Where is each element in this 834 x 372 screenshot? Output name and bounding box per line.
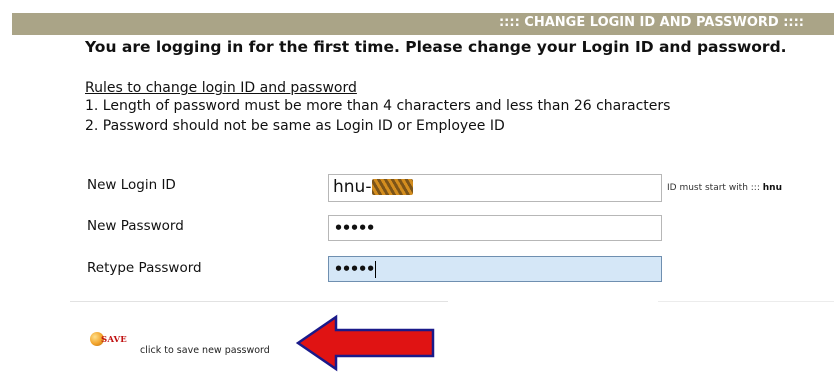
rule-item: 1. Length of password must be more than … [85, 98, 671, 114]
redaction-scribble [372, 179, 413, 195]
save-button[interactable]: SAVE [88, 330, 128, 352]
retype-dots: ••••• [334, 260, 375, 278]
retype-password-input[interactable]: ••••• [328, 256, 662, 282]
divider [658, 301, 834, 302]
red-arrow-icon [296, 314, 435, 372]
save-label: SAVE [101, 335, 127, 345]
rules-heading: Rules to change login ID and password [85, 80, 357, 96]
page-title: :::: CHANGE LOGIN ID AND PASSWORD :::: [498, 15, 804, 30]
header-bar: :::: CHANGE LOGIN ID AND PASSWORD :::: [12, 13, 834, 35]
text-caret [375, 261, 376, 278]
new-password-label: New Password [87, 218, 184, 234]
new-login-id-label: New Login ID [87, 177, 176, 193]
first-login-notice: You are logging in for the first time. P… [85, 38, 787, 56]
rule-item: 2. Password should not be same as Login … [85, 118, 505, 134]
retype-password-label: Retype Password [87, 260, 202, 276]
divider [70, 301, 448, 302]
save-hint: click to save new password [140, 345, 270, 356]
login-id-hint: ID must start with ::: hnu [667, 183, 782, 193]
password-dots: ••••• [334, 219, 375, 237]
hint-value: hnu [762, 183, 782, 193]
new-password-input[interactable]: ••••• [328, 215, 662, 241]
hint-prefix: ID must start with ::: [667, 183, 760, 193]
new-login-id-input[interactable]: hnu-069 [328, 174, 662, 202]
